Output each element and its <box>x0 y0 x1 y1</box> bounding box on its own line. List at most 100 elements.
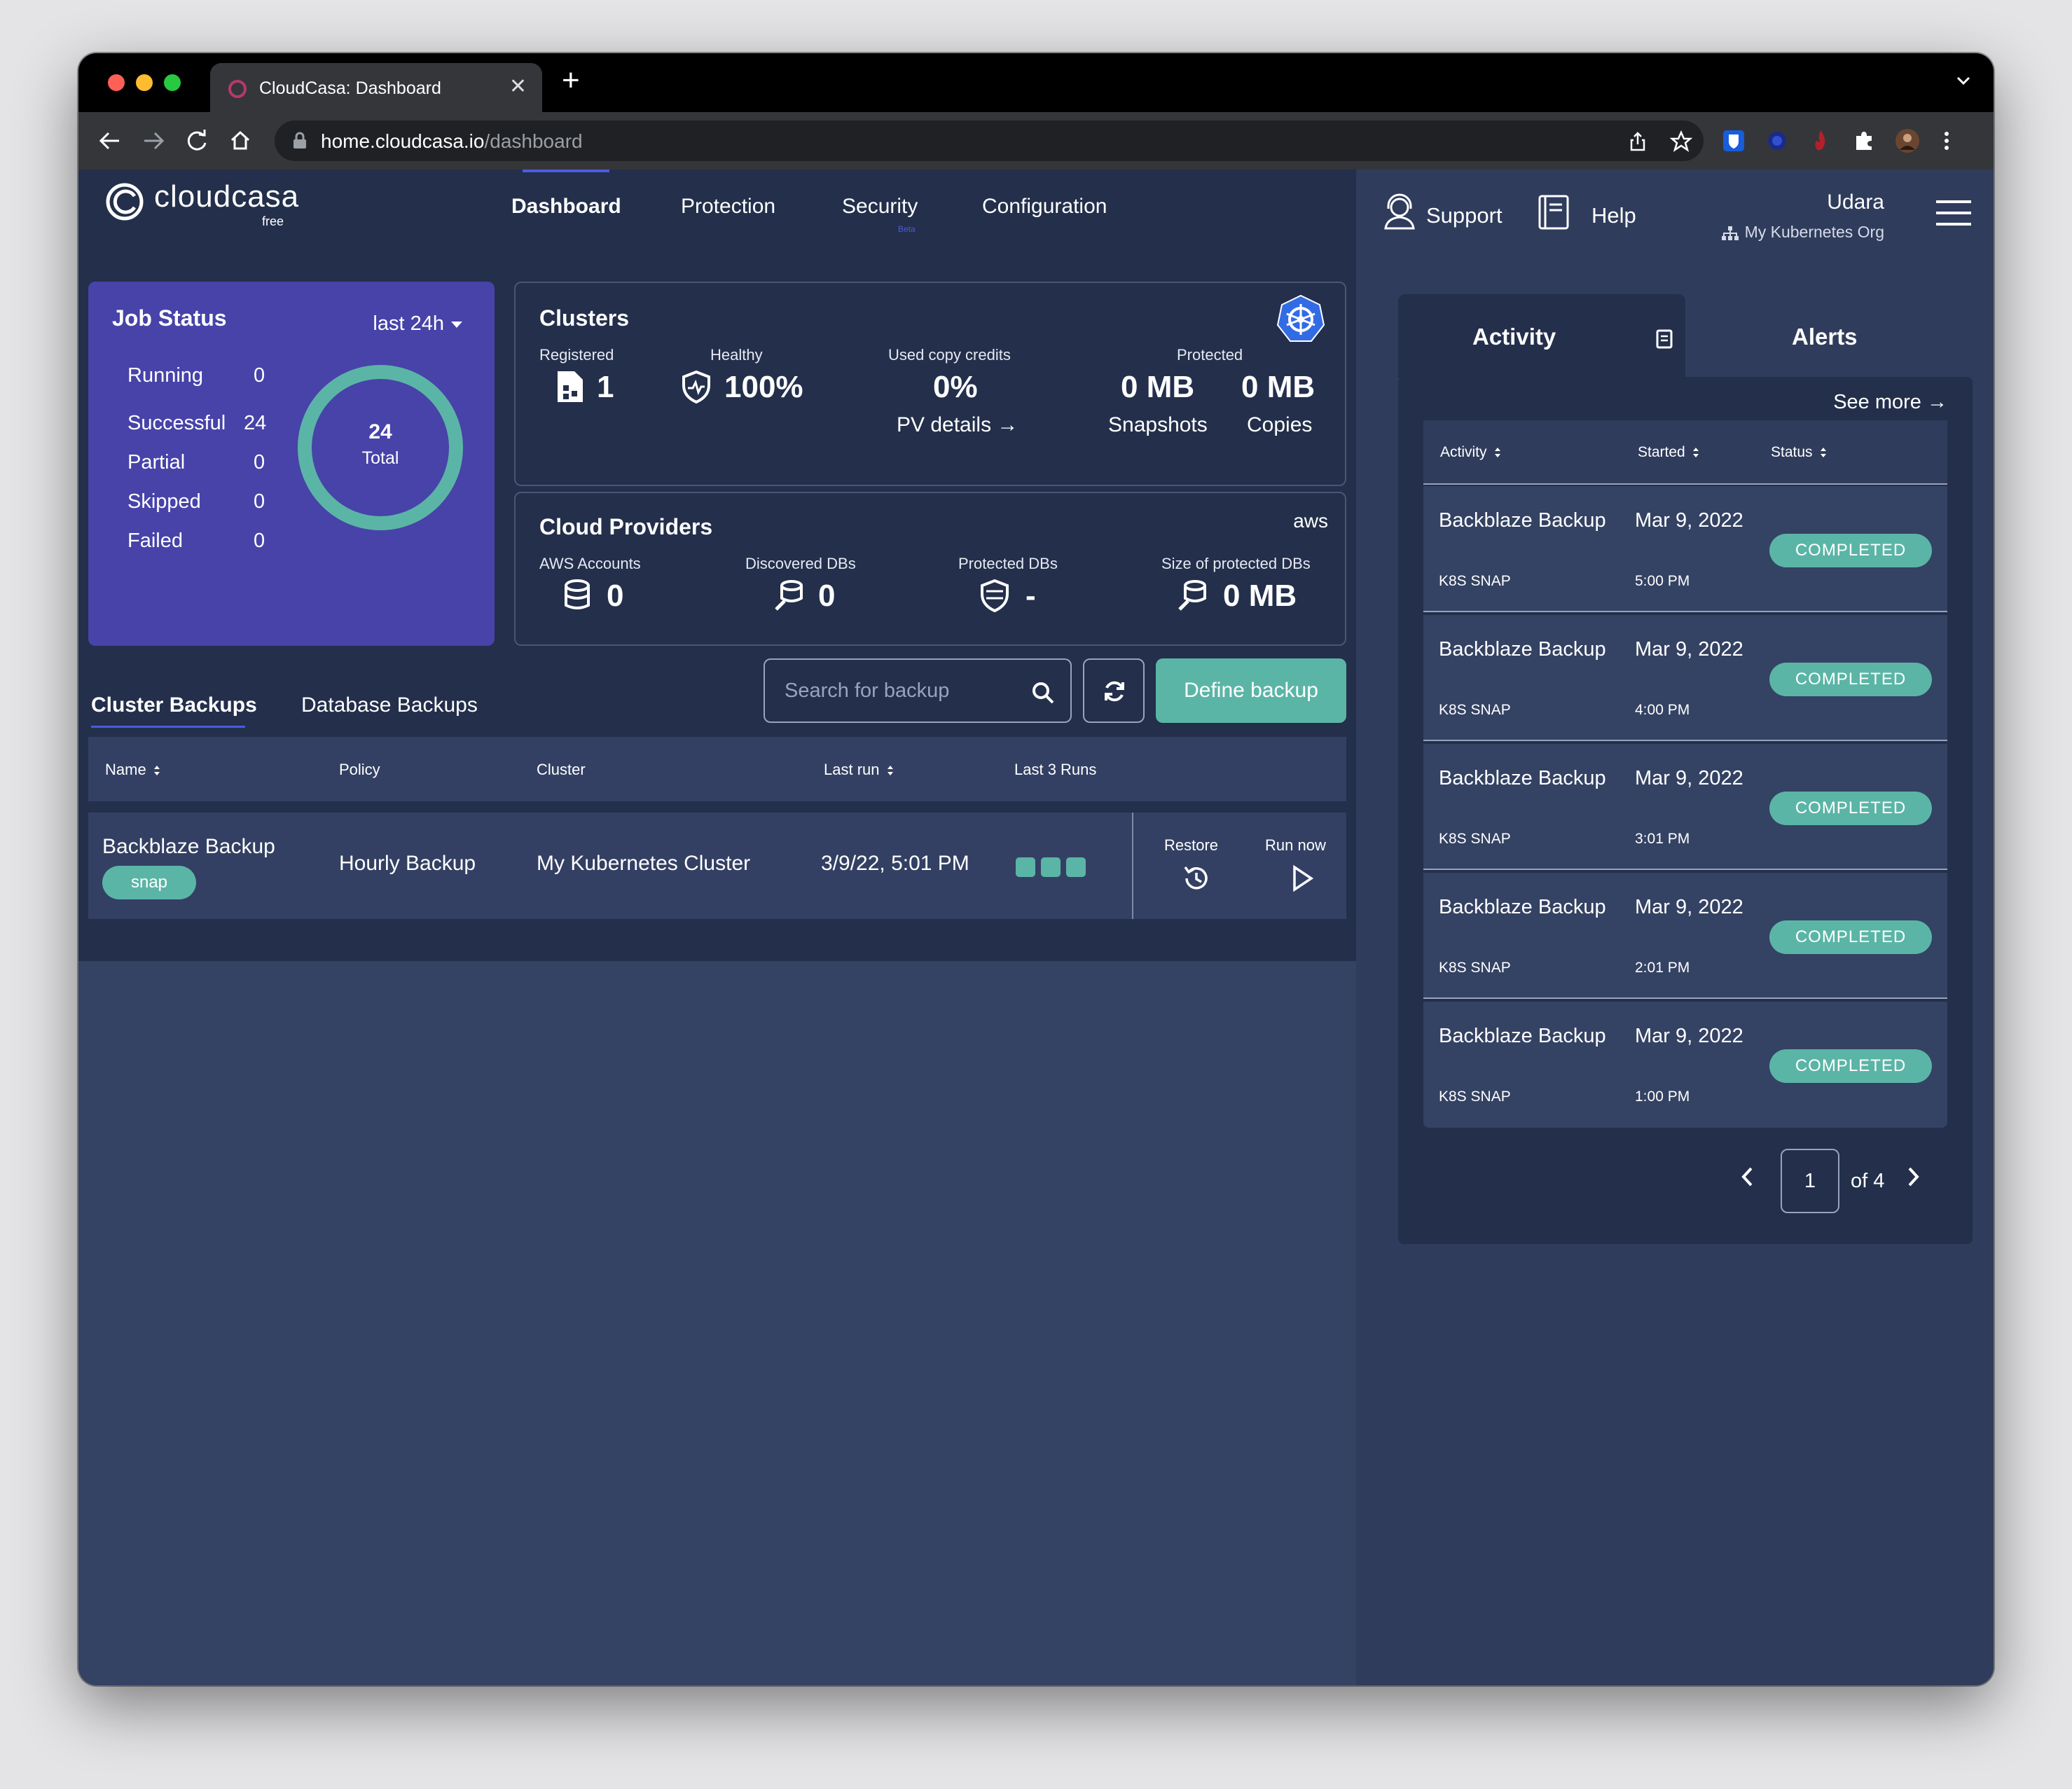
extensions-puzzle-icon[interactable] <box>1851 127 1877 154</box>
clusters-title: Clusters <box>539 305 630 331</box>
col-policy: Policy <box>339 761 380 778</box>
activity-date: Mar 9, 2022 <box>1635 1025 1743 1047</box>
col-activity[interactable]: Activity <box>1440 444 1501 461</box>
support-headset-icon[interactable] <box>1380 192 1419 231</box>
share-icon[interactable] <box>1626 130 1649 153</box>
reload-icon[interactable] <box>182 126 212 156</box>
backup-search-input[interactable]: Search for backup <box>764 658 1072 723</box>
support-link[interactable]: Support <box>1426 203 1503 228</box>
close-window-button[interactable] <box>108 74 125 91</box>
job-skipped-label: Skipped <box>127 490 201 513</box>
activity-name: Backblaze Backup <box>1439 638 1606 661</box>
col-cluster: Cluster <box>537 761 586 778</box>
flame-extension-icon[interactable] <box>1807 127 1834 154</box>
sort-icon[interactable] <box>887 765 894 776</box>
table-row[interactable]: Backblaze Backup snap Hourly Backup My K… <box>88 813 1346 919</box>
size-protected-dbs-label: Size of protected DBs <box>1161 555 1311 572</box>
vpn-extension-icon[interactable] <box>1764 127 1790 154</box>
brand-name[interactable]: cloudcasa <box>154 179 299 214</box>
define-backup-button[interactable]: Define backup <box>1156 658 1346 723</box>
run-status-square[interactable] <box>1016 857 1035 877</box>
cloudcasa-logo-icon[interactable] <box>104 181 146 223</box>
col-last-3-runs: Last 3 Runs <box>1014 761 1097 778</box>
job-status-card: Job Status last 24h Running 0 Successful… <box>88 282 495 646</box>
nav-dashboard[interactable]: Dashboard <box>511 195 621 219</box>
tab-database-backups[interactable]: Database Backups <box>301 693 478 717</box>
tab-close-icon[interactable]: ✕ <box>509 74 527 99</box>
sort-icon[interactable] <box>1494 447 1501 458</box>
tab-bar: CloudCasa: Dashboard ✕ + <box>78 53 1994 112</box>
activity-row[interactable]: Backblaze Backup K8S SNAP Mar 9, 2022 4:… <box>1423 615 1947 741</box>
see-more-link[interactable]: See more → <box>1833 391 1947 414</box>
address-bar[interactable]: home.cloudcasa.io/dashboard <box>275 120 1704 161</box>
tab-search-chevron-icon[interactable] <box>1953 70 1974 91</box>
nav-protection[interactable]: Protection <box>681 195 775 219</box>
col-last-run[interactable]: Last run <box>824 761 894 779</box>
run-status-square[interactable] <box>1066 857 1086 877</box>
col-status[interactable]: Status <box>1771 444 1827 461</box>
activity-name: Backblaze Backup <box>1439 767 1606 789</box>
activity-row[interactable]: Backblaze Backup K8S SNAP Mar 9, 2022 1:… <box>1423 1002 1947 1128</box>
sort-icon[interactable] <box>1692 447 1699 458</box>
browser-tab[interactable]: CloudCasa: Dashboard ✕ <box>210 63 542 112</box>
tab-cluster-backups[interactable]: Cluster Backups <box>91 693 257 717</box>
chevron-left-icon[interactable] <box>1737 1163 1758 1191</box>
bookmark-star-icon[interactable] <box>1670 130 1692 153</box>
refresh-button[interactable] <box>1083 658 1145 723</box>
home-icon[interactable] <box>226 126 255 156</box>
new-tab-button[interactable]: + <box>562 63 580 98</box>
backup-last-run: 3/9/22, 5:01 PM <box>821 852 969 875</box>
page-number-input[interactable]: 1 <box>1781 1149 1839 1213</box>
forward-arrow-icon[interactable] <box>139 126 168 156</box>
job-running-label: Running <box>127 364 204 387</box>
hamburger-menu-icon[interactable] <box>1936 199 1971 227</box>
run-now-play-icon[interactable] <box>1286 863 1317 894</box>
pv-details-link[interactable]: PV details → <box>897 413 1018 437</box>
col-name[interactable]: Name <box>105 761 160 779</box>
profile-avatar-icon[interactable] <box>1894 127 1921 154</box>
org-name[interactable]: My Kubernetes Org <box>1721 223 1884 242</box>
discovered-dbs-value: 0 <box>818 579 836 613</box>
status-badge: COMPLETED <box>1769 1049 1932 1083</box>
restore-history-icon[interactable] <box>1181 863 1212 894</box>
status-badge: COMPLETED <box>1769 534 1932 567</box>
activity-row[interactable]: Backblaze Backup K8S SNAP Mar 9, 2022 3:… <box>1423 744 1947 870</box>
job-range-dropdown[interactable]: last 24h <box>373 312 462 336</box>
activity-time: 5:00 PM <box>1635 573 1690 589</box>
tab-alerts[interactable]: Alerts <box>1792 324 1858 350</box>
backup-name[interactable]: Backblaze Backup <box>102 835 275 859</box>
user-name[interactable]: Udara <box>1827 191 1884 214</box>
tab-activity-label[interactable]: Activity <box>1472 324 1556 350</box>
activity-row[interactable]: Backblaze Backup K8S SNAP Mar 9, 2022 2:… <box>1423 873 1947 999</box>
back-arrow-icon[interactable] <box>95 126 125 156</box>
activity-name: Backblaze Backup <box>1439 509 1606 532</box>
credits-label: Used copy credits <box>888 346 1011 364</box>
nav-security[interactable]: Security <box>842 195 918 219</box>
browser-menu-kebab-icon[interactable] <box>1933 127 1960 154</box>
lock-icon[interactable] <box>291 132 308 150</box>
browser-window: CloudCasa: Dashboard ✕ + home.cloudcasa.… <box>78 53 1994 1685</box>
security-beta-badge: Beta <box>898 224 916 234</box>
job-failed-value: 0 <box>254 530 265 552</box>
activity-type: K8S SNAP <box>1439 831 1511 847</box>
help-link[interactable]: Help <box>1591 203 1636 228</box>
col-started[interactable]: Started <box>1638 444 1699 461</box>
sort-icon[interactable] <box>1820 447 1827 458</box>
sort-icon[interactable] <box>153 765 160 776</box>
url-host: home.cloudcasa.io <box>321 130 485 152</box>
search-icon[interactable] <box>1031 681 1055 705</box>
healthy-value: 100% <box>724 370 803 404</box>
size-db-search-icon <box>1178 580 1206 611</box>
nav-configuration[interactable]: Configuration <box>982 195 1107 219</box>
help-book-icon[interactable] <box>1534 192 1573 231</box>
activity-type: K8S SNAP <box>1439 1089 1511 1105</box>
bitwarden-extension-icon[interactable] <box>1720 127 1747 154</box>
run-status-square[interactable] <box>1041 857 1061 877</box>
activity-row[interactable]: Backblaze Backup K8S SNAP Mar 9, 2022 5:… <box>1423 486 1947 612</box>
col-last-run-label: Last run <box>824 761 880 778</box>
minimize-window-button[interactable] <box>136 74 153 91</box>
chevron-right-icon[interactable] <box>1902 1163 1923 1191</box>
job-successful-value: 24 <box>244 412 267 434</box>
job-skipped-value: 0 <box>254 490 265 513</box>
maximize-window-button[interactable] <box>164 74 181 91</box>
